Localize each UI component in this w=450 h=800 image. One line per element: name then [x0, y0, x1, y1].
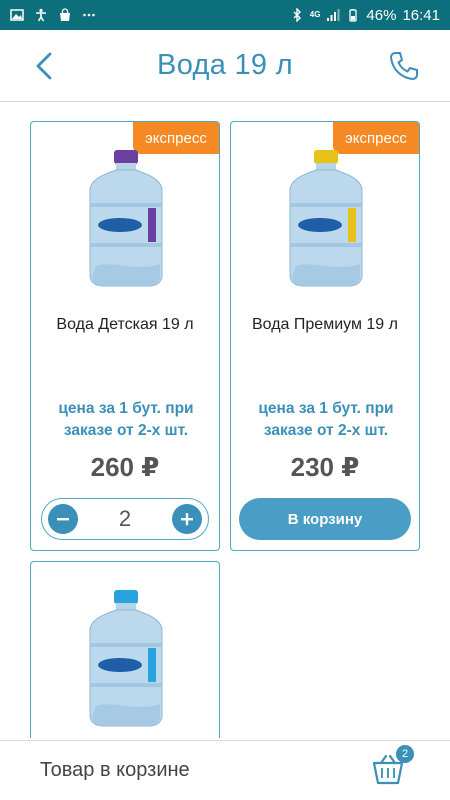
network-type: 4G: [309, 10, 321, 19]
bluetooth-icon: [290, 8, 304, 22]
add-to-cart-button[interactable]: В корзину: [239, 498, 411, 540]
battery-percent: 46%: [366, 6, 397, 24]
cart-summary-bar[interactable]: Товар в корзине 2: [0, 740, 450, 800]
page-title: Вода 19 л: [157, 49, 293, 81]
status-right: 4G 46% 16:41: [290, 7, 440, 24]
product-card[interactable]: экспресс Вода Детская 19 л цена за 1 бут…: [30, 121, 220, 551]
shop-bag-icon: [58, 8, 72, 22]
accessibility-icon: [34, 8, 48, 22]
product-price: 260 ₽: [90, 452, 160, 482]
decrease-button[interactable]: [48, 504, 78, 534]
product-name: Вода Премиум 19 л: [252, 316, 398, 333]
product-price: 230 ₽: [290, 452, 360, 482]
product-card[interactable]: [30, 561, 220, 738]
cart-summary-label: Товар в корзине: [40, 759, 190, 781]
cart-count-badge: 2: [396, 745, 414, 763]
price-note: цена за 1 бут. при заказе от 2-х шт.: [58, 400, 194, 439]
bottle-image: [289, 150, 363, 287]
product-grid: экспресс Вода Детская 19 л цена за 1 бут…: [0, 102, 450, 738]
back-button[interactable]: [30, 48, 60, 84]
quantity-value: 2: [118, 506, 132, 531]
increase-button[interactable]: [172, 504, 202, 534]
status-left: [10, 8, 96, 22]
more-dots-icon: [82, 8, 96, 22]
status-bar: 4G 46% 16:41: [0, 0, 450, 30]
minus-icon: [57, 518, 69, 521]
battery-icon: [346, 8, 360, 22]
cart-button[interactable]: 2: [370, 745, 414, 787]
phone-icon: [390, 52, 418, 80]
bottle-image: [89, 590, 163, 727]
clock: 16:41: [402, 6, 440, 24]
product-name: Вода Детская 19 л: [56, 316, 194, 333]
back-chevron-icon: [36, 52, 52, 80]
call-button[interactable]: [386, 48, 422, 84]
plus-icon: [181, 513, 193, 526]
gallery-icon: [10, 8, 24, 22]
app-header: Вода 19 л: [0, 30, 450, 102]
quantity-stepper: 2: [41, 498, 209, 540]
signal-icon: [326, 8, 340, 22]
product-card[interactable]: экспресс Вода Премиум 19 л цена за 1 бут…: [230, 121, 420, 551]
price-note: цена за 1 бут. при заказе от 2-х шт.: [258, 400, 394, 439]
bottle-image: [89, 150, 163, 287]
